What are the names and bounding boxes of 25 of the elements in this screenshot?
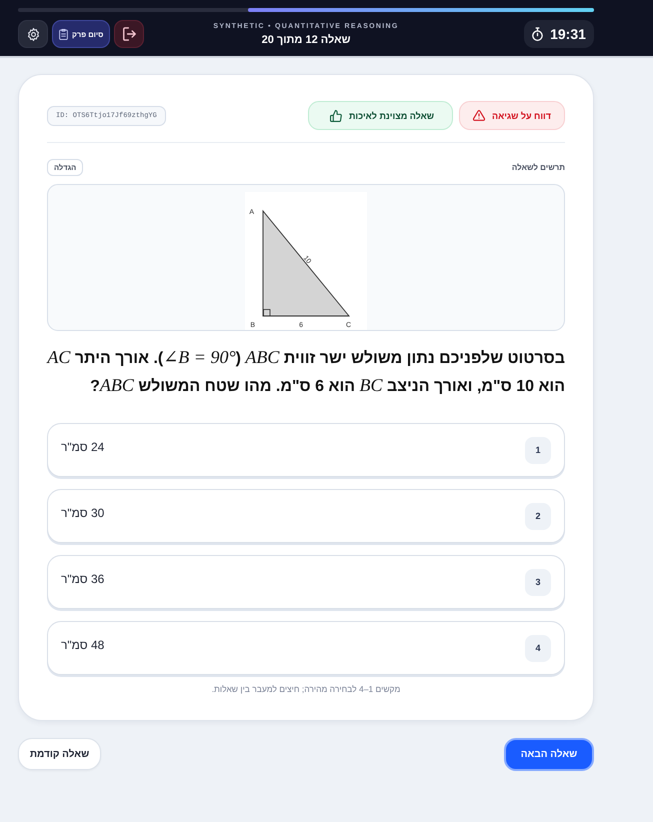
right-angle-icon	[263, 309, 270, 316]
door-arrow-icon	[122, 27, 136, 41]
rate-quality-button[interactable]: שאלה מצוינת לאיכות	[308, 101, 453, 130]
thumbs-up-icon	[330, 110, 342, 122]
report-error-button[interactable]: דווח על שגיאה	[459, 101, 565, 130]
question-counter: שאלה 12 מתוך 20	[260, 34, 352, 46]
settings-icon	[26, 28, 40, 40]
stopwatch-icon	[532, 27, 544, 41]
option-number: 2	[525, 502, 551, 530]
option-text: 36 סמ"ר	[61, 572, 104, 586]
option-text: 30 סמ"ר	[61, 506, 104, 520]
diagram-title: תרשים לשאלה	[512, 163, 565, 172]
warning-triangle-icon	[473, 110, 485, 121]
keyboard-hint: מקשים 1–4 לבחירה מהירה; חיצים למעבר בין שאלות.	[210, 684, 402, 694]
option-number: 1	[525, 436, 551, 464]
option-number: 4	[525, 634, 551, 662]
option-text: 24 סמ"ר	[61, 440, 104, 454]
previous-question-button[interactable]: שאלה קודמת	[18, 738, 101, 770]
timer-value: 19:31	[550, 26, 586, 42]
option-text: 48 סמ"ר	[61, 638, 104, 652]
clipboard-icon	[59, 28, 68, 40]
exit-button[interactable]	[114, 20, 144, 48]
settings-button[interactable]	[18, 20, 48, 48]
option-number: 3	[525, 568, 551, 596]
next-question-button[interactable]: שאלה הבאה	[504, 738, 594, 771]
